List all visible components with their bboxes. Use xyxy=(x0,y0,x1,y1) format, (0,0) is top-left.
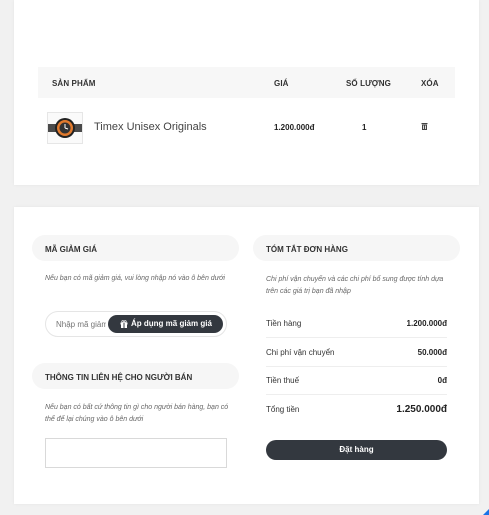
shipping-label: Chi phí vận chuyển xyxy=(266,348,335,357)
cart-card: SẢN PHẨM GIÁ SỐ LƯỢNG XÓA Timex Unisex O… xyxy=(14,0,479,185)
header-remove: XÓA xyxy=(421,79,439,88)
seller-contact-textarea[interactable] xyxy=(45,438,227,468)
product-price: 1.200.000đ xyxy=(274,123,315,132)
order-summary-note: Chi phí vận chuyển và các chi phí bổ sun… xyxy=(266,276,444,295)
coupon-title: MÃ GIẢM GIÁ xyxy=(32,235,239,261)
apply-coupon-label: Áp dụng mã giảm giá xyxy=(131,319,212,328)
total-value: 1.250.000đ xyxy=(396,404,447,415)
tax-label: Tiền thuế xyxy=(266,376,300,385)
order-summary-title: TÓM TẮT ĐƠN HÀNG xyxy=(253,235,460,261)
seller-contact-title: THÔNG TIN LIÊN HỆ CHO NGƯỜI BÁN xyxy=(32,363,239,389)
watch-icon xyxy=(48,118,82,138)
shipping-value: 50.000đ xyxy=(417,348,447,357)
shipping-row: Chi phí vận chuyển 50.000đ xyxy=(266,348,447,360)
divider xyxy=(266,366,447,367)
coupon-input[interactable] xyxy=(56,320,106,329)
product-name[interactable]: Timex Unisex Originals xyxy=(94,121,207,133)
subtotal-value: 1.200.000đ xyxy=(406,319,447,328)
product-thumbnail[interactable] xyxy=(47,112,83,144)
coupon-form: Áp dụng mã giảm giá xyxy=(45,311,227,337)
cart-row: Timex Unisex Originals 1.200.000đ 1 xyxy=(38,110,455,148)
tax-value: 0đ xyxy=(437,376,447,385)
product-quantity[interactable]: 1 xyxy=(362,123,366,132)
subtotal-label: Tiền hàng xyxy=(266,319,302,328)
apply-coupon-button[interactable]: Áp dụng mã giảm giá xyxy=(108,315,223,333)
corner-accent-icon xyxy=(483,509,489,515)
divider xyxy=(266,337,447,338)
coupon-note: Nếu bạn có mã giảm giá, vui lòng nhập nó… xyxy=(45,275,225,282)
tax-row: Tiền thuế 0đ xyxy=(266,376,447,388)
trash-icon[interactable] xyxy=(421,123,428,130)
header-quantity: SỐ LƯỢNG xyxy=(346,79,391,88)
place-order-button[interactable]: Đặt hàng xyxy=(266,440,447,460)
total-label: Tổng tiền xyxy=(266,405,300,414)
total-row: Tổng tiền 1.250.000đ xyxy=(266,404,447,417)
gift-icon xyxy=(120,320,128,328)
checkout-card: MÃ GIẢM GIÁ Nếu bạn có mã giảm giá, vui … xyxy=(14,207,479,504)
seller-contact-note: Nếu bạn có bất cứ thông tin gì cho người… xyxy=(45,404,229,423)
header-product: SẢN PHẨM xyxy=(52,79,96,88)
cart-table-header: SẢN PHẨM GIÁ SỐ LƯỢNG XÓA xyxy=(38,67,455,98)
header-price: GIÁ xyxy=(274,79,289,88)
divider xyxy=(266,394,447,395)
subtotal-row: Tiền hàng 1.200.000đ xyxy=(266,319,447,331)
